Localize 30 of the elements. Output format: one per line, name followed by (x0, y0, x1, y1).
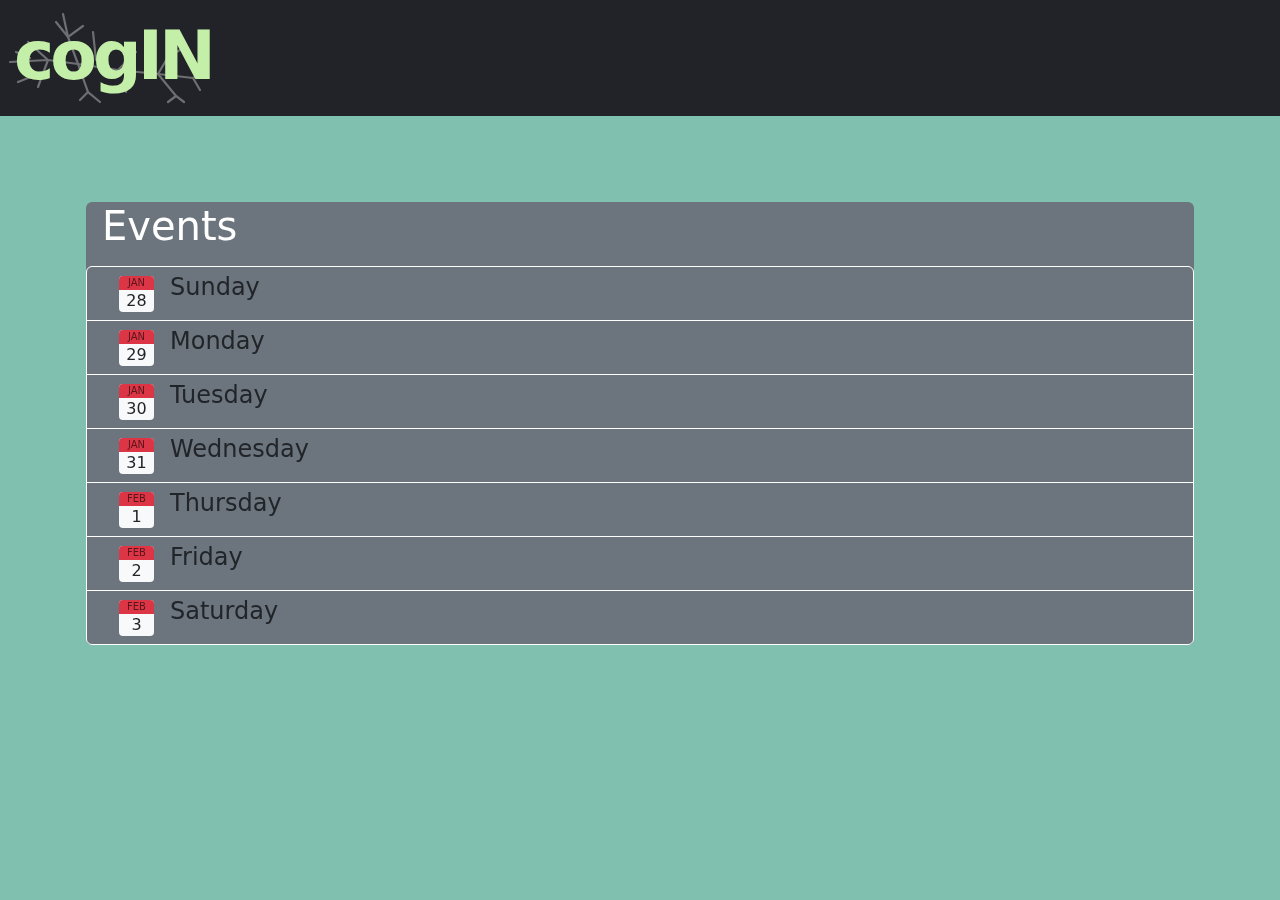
event-row[interactable]: JAN 31 Wednesday (87, 428, 1193, 482)
event-day-name: Tuesday (170, 381, 268, 410)
event-day-name: Friday (170, 543, 243, 572)
event-row[interactable]: JAN 28 Sunday (87, 267, 1193, 320)
day-number: 30 (125, 398, 148, 420)
logo-text[interactable]: cogIN (14, 16, 212, 96)
month-label: JAN (119, 330, 154, 344)
day-number: 31 (125, 452, 148, 474)
day-number: 1 (130, 506, 143, 528)
day-number: 3 (130, 614, 143, 636)
event-row[interactable]: FEB 2 Friday (87, 536, 1193, 590)
event-day-name: Thursday (170, 489, 282, 518)
month-label: JAN (119, 438, 154, 452)
month-label: FEB (119, 492, 154, 506)
month-label: JAN (119, 276, 154, 290)
month-label: FEB (119, 600, 154, 614)
event-day-name: Saturday (170, 597, 279, 626)
day-number: 2 (130, 560, 143, 582)
month-label: FEB (119, 546, 154, 560)
day-number: 29 (125, 344, 148, 366)
event-row[interactable]: JAN 30 Tuesday (87, 374, 1193, 428)
event-day-name: Sunday (170, 273, 260, 302)
event-row[interactable]: FEB 3 Saturday (87, 590, 1193, 644)
event-row[interactable]: FEB 1 Thursday (87, 482, 1193, 536)
event-day-name: Wednesday (170, 435, 309, 464)
day-number: 28 (125, 290, 148, 312)
event-row[interactable]: JAN 29 Monday (87, 320, 1193, 374)
month-label: JAN (119, 384, 154, 398)
event-day-name: Monday (170, 327, 265, 356)
events-title: Events (102, 202, 239, 250)
